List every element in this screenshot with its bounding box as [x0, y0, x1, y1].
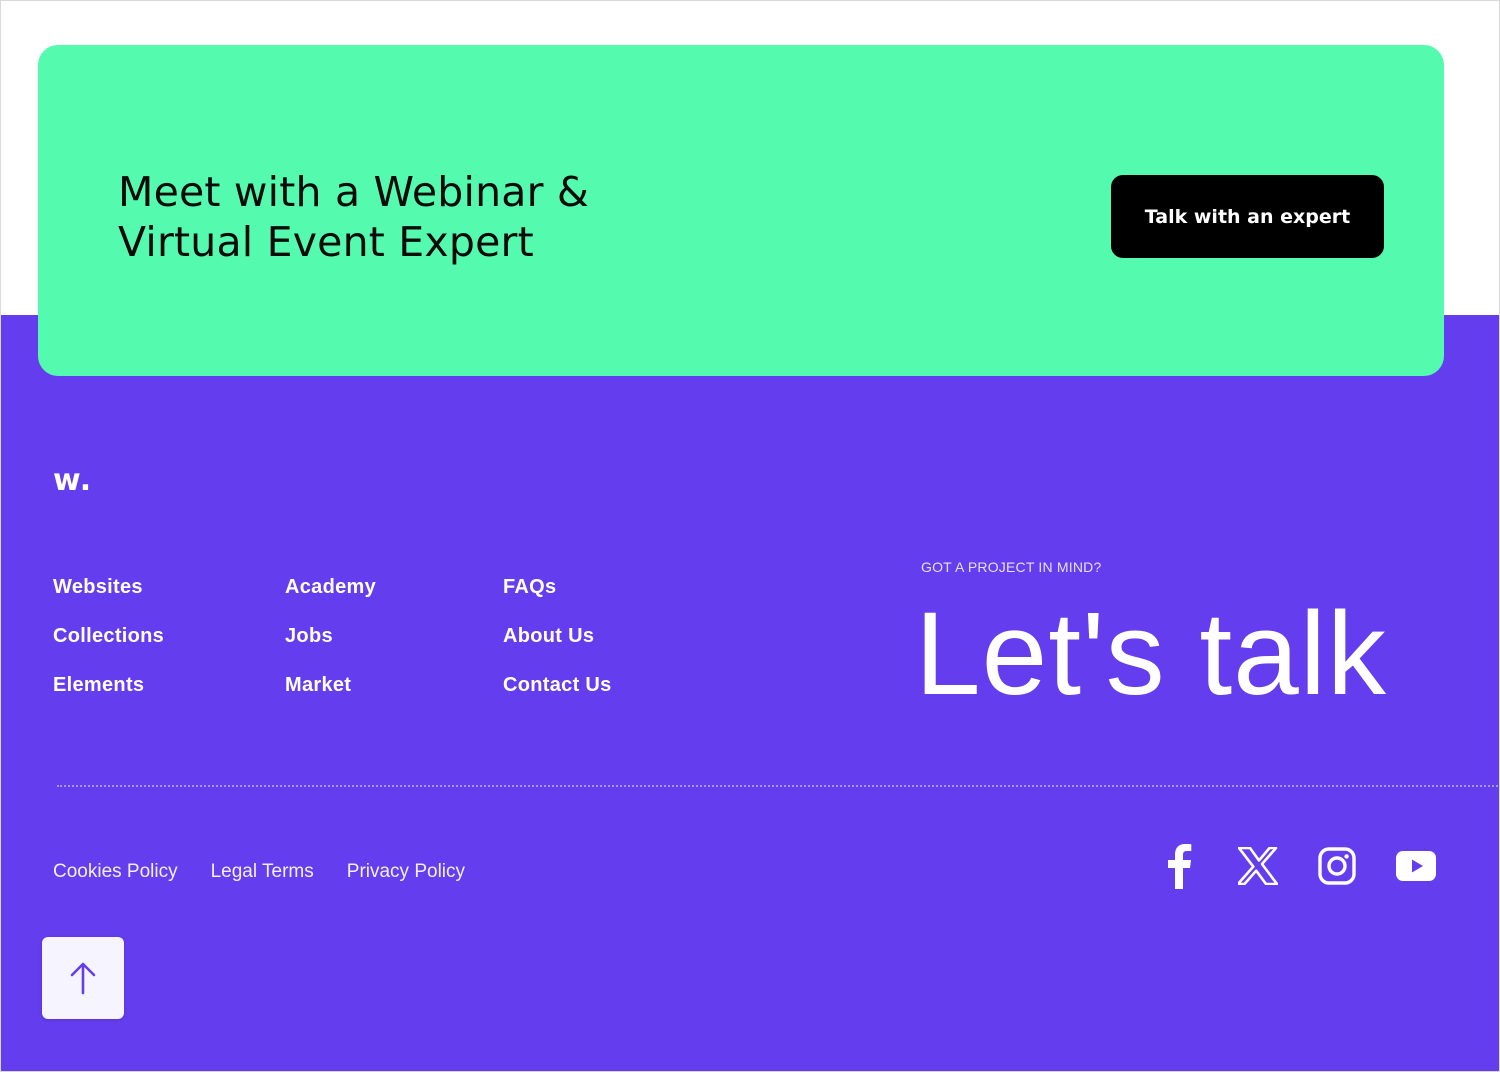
youtube-icon[interactable] [1394, 841, 1438, 891]
privacy-policy-link[interactable]: Privacy Policy [347, 859, 465, 885]
footer-link-elements[interactable]: Elements [53, 671, 164, 720]
footer-divider [57, 785, 1499, 787]
facebook-icon[interactable] [1157, 841, 1201, 891]
footer-link-jobs[interactable]: Jobs [285, 622, 376, 671]
cta-banner: Meet with a Webinar & Virtual Event Expe… [38, 45, 1444, 376]
cta-heading: Meet with a Webinar & Virtual Event Expe… [118, 168, 590, 266]
arrow-up-icon [70, 962, 96, 995]
scroll-to-top-button[interactable] [42, 937, 124, 1019]
footer-link-websites[interactable]: Websites [53, 573, 164, 622]
footer-link-about-us[interactable]: About Us [503, 622, 612, 671]
project-label: GOT A PROJECT IN MIND? [921, 559, 1102, 575]
footer-nav-column-3: FAQs About Us Contact Us [503, 573, 612, 720]
footer-nav-column-2: Academy Jobs Market [285, 573, 376, 720]
legal-links: Cookies Policy Legal Terms Privacy Polic… [53, 859, 465, 885]
footer-link-academy[interactable]: Academy [285, 573, 376, 622]
lets-talk-link[interactable]: Let's talk [915, 589, 1387, 719]
x-icon[interactable] [1236, 841, 1280, 891]
legal-terms-link[interactable]: Legal Terms [211, 859, 314, 885]
cookies-policy-link[interactable]: Cookies Policy [53, 859, 178, 885]
footer-link-contact-us[interactable]: Contact Us [503, 671, 612, 720]
footer-logo[interactable]: w. [53, 463, 92, 498]
footer-nav-column-1: Websites Collections Elements [53, 573, 164, 720]
social-links [1157, 841, 1438, 891]
footer-link-market[interactable]: Market [285, 671, 376, 720]
instagram-icon[interactable] [1315, 841, 1359, 891]
page: Meet with a Webinar & Virtual Event Expe… [0, 0, 1500, 1072]
footer-link-collections[interactable]: Collections [53, 622, 164, 671]
talk-with-expert-button[interactable]: Talk with an expert [1111, 175, 1384, 258]
footer-link-faqs[interactable]: FAQs [503, 573, 612, 622]
